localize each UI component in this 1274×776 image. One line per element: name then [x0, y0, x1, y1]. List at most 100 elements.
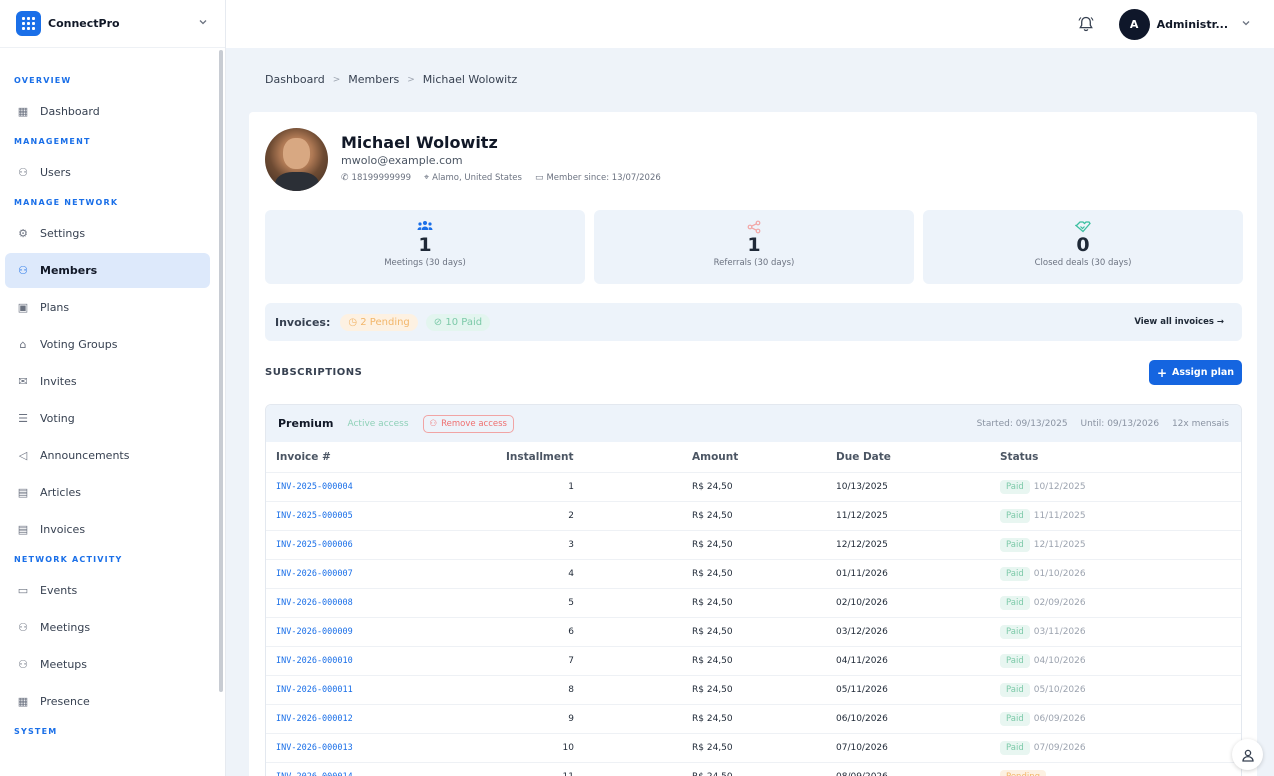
nav-section-label: NETWORK ACTIVITY [14, 555, 123, 564]
sidebar-item-presence[interactable]: ▦ Presence [5, 684, 210, 719]
due-date: 07/10/2026 [826, 732, 990, 762]
paid-date: 07/09/2026 [1033, 742, 1086, 753]
bell-icon[interactable] [1077, 15, 1095, 33]
invoice-link[interactable]: INV-2025-000006 [266, 529, 496, 559]
sidebar-item-users[interactable]: ⚇ Users [5, 155, 210, 190]
breadcrumb: Dashboard > Members > Michael Wolowitz [265, 73, 517, 86]
breadcrumb-dashboard[interactable]: Dashboard [265, 73, 325, 86]
member-phone: 18199999999 [351, 173, 412, 183]
assign-plan-button[interactable]: + Assign plan [1149, 360, 1242, 385]
invoice-link[interactable]: INV-2026-000008 [266, 587, 496, 617]
invoices-icon: ▤ [17, 523, 29, 536]
subscription-panel: Premium Active access ⚇ Remove access Sta… [265, 404, 1242, 776]
invoice-link[interactable]: INV-2026-000013 [266, 732, 496, 762]
sidebar-item-dashboard[interactable]: ▦ Dashboard [5, 94, 210, 129]
member-photo [265, 128, 328, 191]
support-button[interactable] [1232, 739, 1263, 770]
sidebar-item-label: Invoices [40, 523, 86, 536]
table-header-row: Invoice # Installment Amount Due Date St… [266, 442, 1241, 472]
paid-date: 03/11/2026 [1033, 626, 1086, 637]
installment-number: 4 [496, 558, 682, 588]
chevron-down-icon[interactable] [197, 16, 209, 31]
installment-plan: 12x mensais [1171, 418, 1229, 429]
col-amount: Amount [692, 450, 739, 463]
arrow-right-icon: → [1216, 317, 1224, 327]
sidebar: ConnectPro OVERVIEW ▦ Dashboard MANAGEMENT ⚇… [0, 0, 226, 776]
meetups-icon: ⚇ [18, 658, 28, 671]
sidebar-item-voting[interactable]: ☰ Voting [5, 401, 210, 436]
paid-date: 02/09/2026 [1033, 597, 1086, 608]
sidebar-item-label: Meetings [40, 621, 91, 634]
sidebar-item-articles[interactable]: ▤ Articles [5, 475, 210, 510]
sidebar-item-label: Dashboard [40, 105, 100, 118]
invoice-link[interactable]: INV-2026-000009 [266, 616, 496, 646]
clock-icon: ◷ [348, 316, 361, 328]
status-cell: Paid 04/10/2026 [990, 645, 1241, 675]
user-avatar[interactable]: A [1118, 8, 1150, 40]
col-installment: Installment [506, 450, 574, 463]
sidebar-item-label: Announcements [40, 449, 130, 462]
pending-pill[interactable]: ◷ 2 Pending [340, 313, 418, 331]
user-minus-icon: ⚇ [429, 418, 438, 429]
view-all-label: View all invoices [1134, 317, 1214, 327]
invoice-link[interactable]: INV-2026-000011 [266, 674, 496, 704]
sidebar-scrollbar[interactable] [219, 50, 223, 692]
stat-meetings: 1 Meetings (30 days) [265, 210, 585, 284]
member-detail-card: Michael Wolowitz mwolo@example.com ✆ 1819… [249, 112, 1257, 776]
invoice-link[interactable]: INV-2025-000005 [266, 500, 496, 530]
sidebar-item-invites[interactable]: ✉ Invites [5, 364, 210, 399]
chevron-down-icon[interactable] [1240, 17, 1252, 32]
plan-name: Premium [278, 417, 334, 430]
status-cell: Paid 07/09/2026 [990, 732, 1241, 762]
sidebar-item-meetings[interactable]: ⚇ Meetings [5, 610, 210, 645]
invoice-link[interactable]: INV-2026-000014 [266, 761, 496, 776]
sidebar-item-voting-groups[interactable]: ⌂ Voting Groups [5, 327, 210, 362]
sidebar-item-plans[interactable]: ▣ Plans [5, 290, 210, 325]
qr-icon: ▦ [17, 695, 29, 708]
sidebar-item-invoices[interactable]: ▤ Invoices [5, 512, 210, 547]
stat-label: Closed deals (30 days) [1034, 258, 1132, 268]
table-row: INV-2026-00001411R$ 24,5008/09/2026 Pendi… [266, 761, 1241, 776]
sidebar-item-members[interactable]: ⚇ Members [5, 253, 210, 288]
sidebar-item-announcements[interactable]: ◁ Announcements [5, 438, 210, 473]
paid-date: 05/10/2026 [1033, 684, 1086, 695]
admin-name[interactable]: Administr... [1157, 18, 1228, 31]
subscription-meta: Started: 09/13/2025 Until: 09/13/2026 12… [967, 419, 1229, 429]
invoice-link[interactable]: INV-2026-000012 [266, 703, 496, 733]
sidebar-item-label: Articles [40, 486, 82, 499]
topbar: A Administr... [226, 0, 1274, 48]
status-badge: Paid [1000, 595, 1030, 610]
stat-value: 0 [1076, 234, 1090, 256]
status-cell: Paid 10/12/2025 [990, 471, 1241, 501]
paid-count: 10 Paid [445, 316, 483, 328]
paid-pill[interactable]: ⊘ 10 Paid [425, 313, 491, 331]
remove-access-button[interactable]: ⚇ Remove access [422, 414, 514, 433]
invoice-link[interactable]: INV-2026-000007 [266, 558, 496, 588]
status-cell: Paid 06/09/2026 [990, 703, 1241, 733]
installment-number: 6 [496, 616, 682, 646]
sidebar-item-events[interactable]: ▭ Events [5, 573, 210, 608]
brand-switcher[interactable]: ConnectPro [0, 0, 225, 48]
installment-number: 1 [496, 471, 682, 501]
profile-header: Michael Wolowitz mwolo@example.com ✆ 1819… [265, 128, 674, 191]
col-invoice: Invoice # [276, 450, 331, 463]
table-row: INV-2025-000004 1 R$ 24,50 10/13/2025 Paid 10… [266, 471, 1241, 501]
installments-table: Invoice # Installment Amount Due Date St… [266, 442, 1241, 776]
table-row: INV-2026-000012 9 R$ 24,50 06/10/2026 Paid 06… [266, 703, 1241, 733]
view-all-invoices-link[interactable]: View all invoices → [1134, 317, 1224, 327]
amount: R$ 24,50 [682, 674, 826, 704]
status-badge: Paid [1000, 740, 1030, 755]
sidebar-item-settings[interactable]: ⚙ Settings [5, 216, 210, 251]
paid-date: 06/09/2026 [1033, 713, 1086, 724]
sidebar-item-meetups[interactable]: ⚇ Meetups [5, 647, 210, 682]
invoice-link[interactable]: INV-2025-000004 [266, 471, 496, 501]
due-date: 12/12/2025 [826, 529, 990, 559]
due-date: 10/13/2025 [826, 471, 990, 501]
table-row: INV-2026-000013 10 R$ 24,50 07/10/2026 Paid 0… [266, 732, 1241, 762]
stat-value: 1 [747, 234, 761, 256]
invoice-link[interactable]: INV-2026-000010 [266, 645, 496, 675]
status-badge: Paid [1000, 711, 1030, 726]
gear-icon: ⚙ [18, 227, 28, 240]
sidebar-item-label: Voting Groups [40, 338, 118, 351]
breadcrumb-members[interactable]: Members [348, 73, 399, 86]
